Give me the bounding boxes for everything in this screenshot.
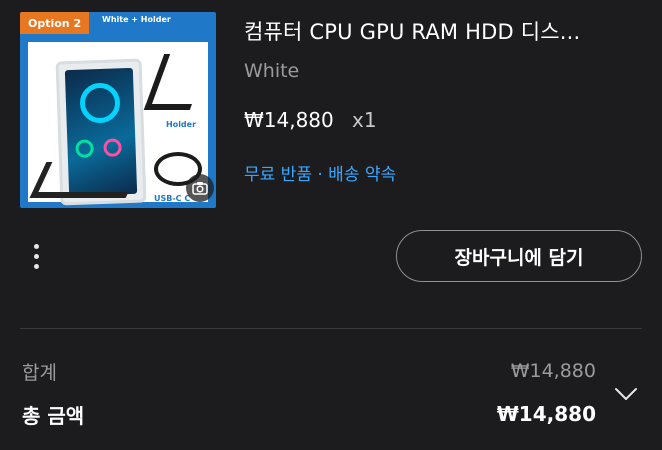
more-options-button[interactable] <box>22 236 50 276</box>
product-title[interactable]: 컴퓨터 CPU GPU RAM HDD 디스... <box>244 16 580 46</box>
expand-summary-button[interactable] <box>612 380 640 408</box>
holder-graphic <box>143 54 211 110</box>
total-value: ₩14,880 <box>496 402 596 426</box>
option-badge: Option 2 <box>20 12 90 34</box>
camera-icon <box>192 182 208 195</box>
cpu-gauge-graphic <box>79 82 121 124</box>
more-vertical-icon <box>33 243 39 269</box>
promo-link[interactable]: 무료 반품 · 배송 약속 <box>244 160 396 185</box>
product-variant: White <box>244 60 300 82</box>
product-thumbnail[interactable]: Option 2 White + Holder Holder USB-C C <box>20 12 216 208</box>
ram-gauge-graphic <box>103 138 122 157</box>
subtotal-value: ₩14,880 <box>510 360 596 382</box>
subtotal-label: 합계 <box>22 362 57 384</box>
gpu-gauge-graphic <box>75 139 94 158</box>
cable-label: USB-C C <box>154 194 191 203</box>
stand-graphic <box>29 162 143 198</box>
camera-button[interactable] <box>186 174 214 202</box>
product-image-panel: Holder USB-C C <box>28 42 211 206</box>
option-subtitle: White + Holder <box>102 15 171 24</box>
chevron-down-icon <box>615 388 637 400</box>
section-divider <box>20 328 642 329</box>
total-label: 총 금액 <box>22 404 85 428</box>
holder-label: Holder <box>166 120 197 129</box>
add-to-cart-button[interactable]: 장바구니에 담기 <box>396 230 642 282</box>
product-price: ₩14,880 <box>244 108 334 132</box>
product-quantity: x1 <box>352 108 377 132</box>
